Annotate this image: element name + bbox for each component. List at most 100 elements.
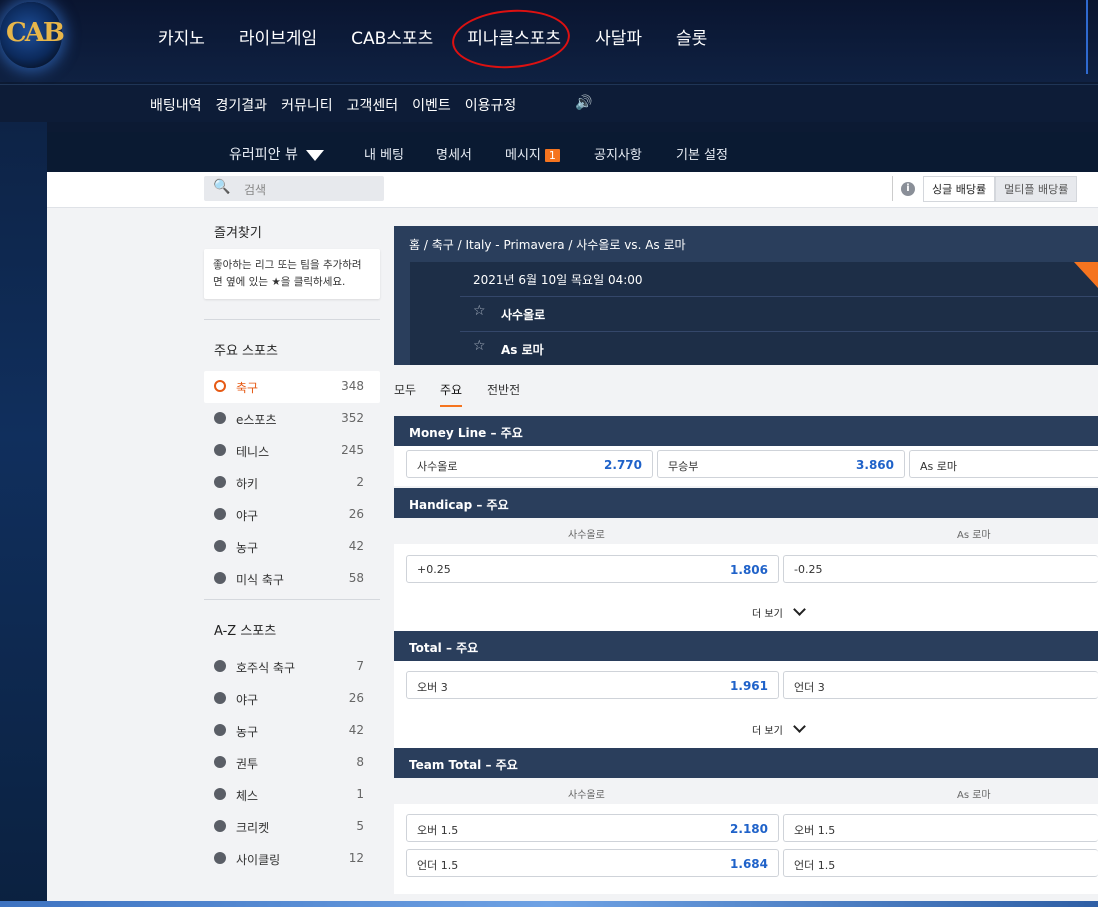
az-sports-title: A-Z 스포츠	[214, 624, 277, 639]
odds-button[interactable]: As 로마	[909, 450, 1098, 478]
market-header[interactable]: Total – 주요	[394, 631, 1098, 661]
odds-button[interactable]: 언더 1.5 1.684	[406, 849, 779, 877]
show-more-label: 더 보기	[752, 726, 783, 737]
column-headers: 사수올로 As 로마	[394, 518, 1098, 544]
single-odds-button[interactable]: 싱글 배당률	[923, 175, 996, 202]
boxing-glove-icon	[214, 756, 226, 768]
sport-baseball[interactable]: 야구 26	[204, 683, 380, 715]
sport-name: 축구	[236, 381, 259, 395]
sports-nav: 유러피안 뷰 내 베팅 명세서 메시지 1 공지사항 기본 설정	[47, 132, 1098, 172]
sport-count: 7	[356, 659, 364, 673]
sport-name: 사이클링	[236, 853, 281, 867]
sport-soccer[interactable]: 축구 348	[204, 371, 380, 403]
message-count-badge: 1	[544, 149, 560, 162]
view-selector[interactable]: 유러피안 뷰	[229, 144, 324, 164]
sport-american-football[interactable]: 미식 축구 58	[204, 563, 380, 595]
sport-cricket[interactable]: 크리켓 5	[204, 811, 380, 843]
sport-baseball[interactable]: 야구 26	[204, 499, 380, 531]
event-datetime: 2021년 6월 10일 목요일 04:00	[473, 273, 643, 287]
divider	[460, 331, 1098, 332]
nav-sadalpa[interactable]: 사달파	[595, 24, 642, 49]
triangle-down-icon	[305, 150, 324, 161]
odds-button[interactable]: 오버 1.5 2.180	[406, 814, 779, 842]
view-label: 유러피안 뷰	[229, 147, 298, 163]
money-line-market: 사수올로 2.770 무승부 3.860 As 로마	[394, 446, 1098, 486]
subnav-events[interactable]: 이벤트	[412, 95, 451, 115]
sport-esports[interactable]: e스포츠 352	[204, 403, 380, 435]
favorites-hint: 좋아하는 리그 또는 팀을 추가하려면 옆에 있는 ★을 클릭하세요.	[204, 249, 380, 299]
odds-button[interactable]: 언더 3	[783, 671, 1098, 699]
market-header[interactable]: Team Total – 주요	[394, 748, 1098, 778]
nav-slots[interactable]: 슬롯	[676, 24, 707, 49]
site-logo[interactable]: CAB	[0, 2, 65, 68]
sport-count: 352	[341, 411, 364, 425]
chevron-down-icon	[792, 720, 806, 733]
subnav-support[interactable]: 고객센터	[347, 95, 399, 115]
show-more-button[interactable]: 더 보기	[752, 720, 806, 737]
sub-nav: 배팅내역 경기결과 커뮤니티 고객센터 이벤트 이용규정 🔊	[0, 84, 1098, 122]
tennis-ball-icon	[214, 444, 226, 456]
event-header: 홈 / 축구 / Italy - Primavera / 사수올로 vs. As…	[394, 226, 1098, 365]
selection-label: -0.25	[794, 563, 823, 576]
sport-basketball[interactable]: 농구 42	[204, 531, 380, 563]
sport-boxing[interactable]: 권투 8	[204, 747, 380, 779]
tab-main[interactable]: 주요	[440, 381, 463, 407]
nav-settings[interactable]: 기본 설정	[676, 144, 728, 163]
sport-count: 26	[348, 507, 364, 521]
divider	[1086, 0, 1088, 74]
nav-statement[interactable]: 명세서	[436, 144, 472, 163]
sport-name: 호주식 축구	[236, 661, 296, 675]
odds-value: 1.684	[730, 857, 768, 871]
odds-button[interactable]: +0.25 1.806	[406, 555, 779, 583]
sidebar: 즐겨찾기 좋아하는 리그 또는 팀을 추가하려면 옆에 있는 ★을 클릭하세요.…	[204, 208, 380, 875]
tab-first-half[interactable]: 전반전	[487, 381, 520, 398]
market-header[interactable]: Handicap – 주요	[394, 488, 1098, 518]
nav-live-game[interactable]: 라이브게임	[239, 24, 317, 49]
show-more-button[interactable]: 더 보기	[752, 603, 806, 620]
nav-messages[interactable]: 메시지 1	[505, 144, 560, 163]
sport-chess[interactable]: 체스 1	[204, 779, 380, 811]
speaker-icon[interactable]: 🔊	[575, 95, 592, 111]
column-home: 사수올로	[568, 530, 605, 541]
sport-name: 테니스	[236, 445, 270, 459]
odds-button[interactable]: -0.25	[783, 555, 1098, 583]
multi-odds-button[interactable]: 멀티플 배당률	[995, 175, 1078, 202]
handicap-market: +0.25 1.806 -0.25 더 보기	[394, 544, 1098, 631]
odds-button[interactable]: 사수올로 2.770	[406, 450, 653, 478]
subnav-terms[interactable]: 이용규정	[465, 95, 517, 115]
sport-hockey[interactable]: 하키 2	[204, 467, 380, 499]
nav-cab-sports[interactable]: CAB스포츠	[351, 24, 433, 49]
nav-my-bets[interactable]: 내 베팅	[364, 144, 404, 163]
sport-tennis[interactable]: 테니스 245	[204, 435, 380, 467]
odds-button[interactable]: 무승부 3.860	[657, 450, 905, 478]
sport-count: 12	[348, 851, 364, 865]
sport-cycling[interactable]: 사이클링 12	[204, 843, 380, 875]
tab-all[interactable]: 모두	[394, 381, 416, 398]
sport-count: 245	[341, 443, 364, 457]
odds-button[interactable]: 언더 1.5	[783, 849, 1098, 877]
sport-name: 체스	[236, 789, 259, 803]
subnav-bet-history[interactable]: 배팅내역	[150, 95, 202, 115]
nav-notices[interactable]: 공지사항	[594, 144, 642, 163]
top-header: CAB 카지노 라이브게임 CAB스포츠 피나클스포츠 사달파 슬롯	[0, 0, 1098, 82]
nav-casino[interactable]: 카지노	[158, 24, 205, 49]
subnav-results[interactable]: 경기결과	[216, 95, 268, 115]
divider	[204, 599, 380, 600]
breadcrumb[interactable]: 홈 / 축구 / Italy - Primavera / 사수올로 vs. As…	[409, 236, 686, 253]
sport-name: e스포츠	[236, 413, 277, 427]
sport-aussie-rules[interactable]: 호주식 축구 7	[204, 651, 380, 683]
info-icon[interactable]: i	[901, 181, 915, 196]
top-nav: 카지노 라이브게임 CAB스포츠 피나클스포츠 사달파 슬롯	[158, 24, 741, 49]
sport-name: 농구	[236, 725, 259, 739]
odds-value: 1.961	[730, 679, 768, 693]
market-header[interactable]: Money Line – 주요	[394, 416, 1098, 446]
subnav-community[interactable]: 커뮤니티	[281, 95, 333, 115]
sport-name: 미식 축구	[236, 573, 284, 587]
selection-label: As 로마	[920, 460, 957, 473]
search-input[interactable]: 🔍 검색	[204, 176, 384, 201]
odds-button[interactable]: 오버 1.5	[783, 814, 1098, 842]
chess-piece-icon	[214, 788, 226, 800]
sport-basketball[interactable]: 농구 42	[204, 715, 380, 747]
odds-button[interactable]: 오버 3 1.961	[406, 671, 779, 699]
search-placeholder: 검색	[244, 183, 267, 197]
